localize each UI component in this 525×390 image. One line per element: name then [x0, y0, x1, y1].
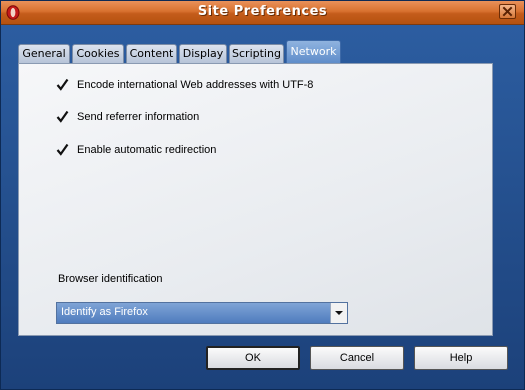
checkbox-referrer[interactable]: [56, 110, 69, 123]
site-preferences-dialog: Site Preferences General Cookies Content…: [0, 0, 525, 390]
selected-value: Identify as Firefox: [61, 306, 148, 318]
dropdown-button[interactable]: [330, 303, 347, 323]
checkmark-icon: [56, 143, 69, 156]
chevron-down-icon: [335, 311, 343, 315]
close-icon: [502, 6, 513, 17]
checkmark-icon: [56, 78, 69, 91]
checkmark-icon: [56, 110, 69, 123]
browser-identification-label: Browser identification: [58, 273, 163, 285]
tab-network[interactable]: Network: [286, 40, 341, 64]
window-title: Site Preferences: [197, 4, 328, 19]
tab-general[interactable]: General: [18, 44, 70, 63]
tab-scripting[interactable]: Scripting: [229, 44, 284, 63]
option-label: Encode international Web addresses with …: [77, 79, 314, 91]
option-label: Send referrer information: [77, 111, 200, 123]
checkbox-utf8[interactable]: [56, 78, 69, 91]
checkbox-redirection[interactable]: [56, 143, 69, 156]
help-button[interactable]: Help: [414, 346, 508, 370]
browser-identification-select[interactable]: Identify as Firefox: [56, 302, 348, 324]
ok-button[interactable]: OK: [206, 346, 300, 370]
title-bar[interactable]: Site Preferences: [1, 1, 524, 25]
tab-display[interactable]: Display: [179, 44, 227, 63]
tab-content[interactable]: Content: [126, 44, 177, 63]
close-button[interactable]: [499, 4, 516, 19]
option-label: Enable automatic redirection: [77, 144, 217, 156]
cancel-button[interactable]: Cancel: [310, 346, 404, 370]
network-panel: Encode international Web addresses with …: [18, 63, 493, 336]
tab-cookies[interactable]: Cookies: [72, 44, 124, 63]
